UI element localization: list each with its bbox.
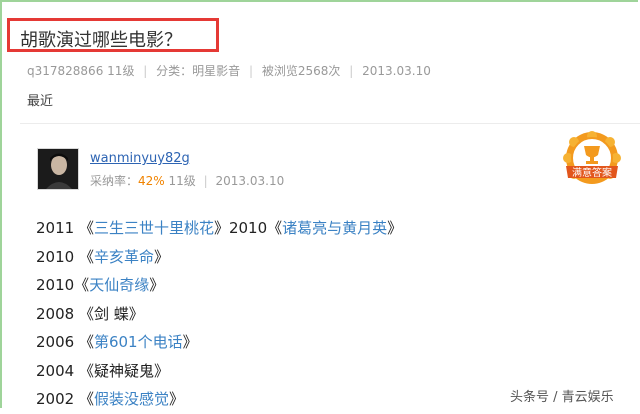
film-line: 2010《天仙奇缘》 bbox=[36, 271, 402, 300]
answer-date: 2013.03.10 bbox=[215, 174, 285, 188]
film-text: 》 bbox=[149, 276, 165, 294]
film-line: 2011 《三生三世十里桃花》2010《诸葛亮与黄月英》 bbox=[36, 214, 402, 243]
avatar-image bbox=[38, 149, 78, 189]
film-text: 》 bbox=[182, 333, 198, 351]
meta-separator: | bbox=[249, 64, 254, 78]
badge-label: 满意答案 bbox=[572, 166, 612, 179]
film-link[interactable]: 假装没感觉 bbox=[94, 390, 169, 408]
film-text: 》 bbox=[387, 219, 403, 237]
film-line: 2004 《疑神疑鬼》 bbox=[36, 357, 402, 386]
film-link[interactable]: 三生三世十里桃花 bbox=[94, 219, 214, 237]
best-answer-badge-icon: 满意答案 bbox=[560, 128, 624, 196]
film-text: 2011 《 bbox=[36, 219, 94, 237]
adoption-label: 采纳率： bbox=[90, 174, 139, 188]
film-text: 》 bbox=[153, 247, 169, 266]
meta-separator: | bbox=[143, 64, 148, 78]
meta-separator: | bbox=[349, 64, 354, 78]
asker-level: 11级 bbox=[107, 64, 135, 78]
adoption-rate: 42% bbox=[138, 174, 165, 188]
film-line: 2006 《第601个电话》 bbox=[36, 328, 402, 357]
question-meta: q317828866 11级 | 分类：明星影音 | 被浏览2568次 | 20… bbox=[27, 62, 431, 79]
film-link[interactable]: 天仙奇缘 bbox=[89, 276, 149, 294]
film-text: 》2010《 bbox=[213, 219, 283, 237]
question-category[interactable]: 分类：明星影音 bbox=[156, 64, 240, 78]
film-link[interactable]: 诸葛亮与黄月英 bbox=[282, 219, 387, 237]
watermark: 头条号 / 青云娱乐 bbox=[510, 390, 614, 405]
answer-film-list: 2011 《三生三世十里桃花》2010《诸葛亮与黄月英》 2010 《辛亥革命》 2… bbox=[36, 214, 402, 414]
meta-separator: | bbox=[203, 174, 208, 188]
question-body: 最近 bbox=[27, 94, 54, 109]
film-line: 2008 《剑 蝶》 bbox=[36, 300, 402, 329]
question-title: 胡歌演过哪些电影？ bbox=[20, 30, 182, 51]
film-text: 2006 《 bbox=[36, 333, 94, 351]
film-link[interactable]: 辛亥革命 bbox=[94, 248, 154, 266]
film-text: 2008 《剑 蝶》 bbox=[36, 304, 144, 323]
question-views: 被浏览2568次 bbox=[261, 64, 341, 78]
film-text: 2002 《 bbox=[36, 390, 94, 408]
film-link[interactable]: 第601个电话 bbox=[94, 333, 183, 351]
film-text: 》 bbox=[168, 390, 184, 408]
answerer-level: 11级 bbox=[168, 174, 196, 188]
film-text: 2010 《 bbox=[36, 247, 94, 266]
avatar[interactable] bbox=[37, 148, 79, 190]
film-text: 2010《 bbox=[36, 276, 90, 294]
asker-name[interactable]: q317828866 bbox=[27, 64, 103, 78]
film-line: 2010 《辛亥革命》 bbox=[36, 243, 402, 272]
divider bbox=[20, 123, 640, 124]
answer-meta: 采纳率：42% 11级 | 2013.03.10 bbox=[90, 172, 284, 189]
question-date: 2013.03.10 bbox=[362, 64, 431, 78]
film-line: 2002 《假装没感觉》 bbox=[36, 385, 402, 414]
film-text: 2004 《疑神疑鬼》 bbox=[36, 361, 169, 380]
answerer-name[interactable]: wanminyuy82g bbox=[90, 151, 190, 166]
